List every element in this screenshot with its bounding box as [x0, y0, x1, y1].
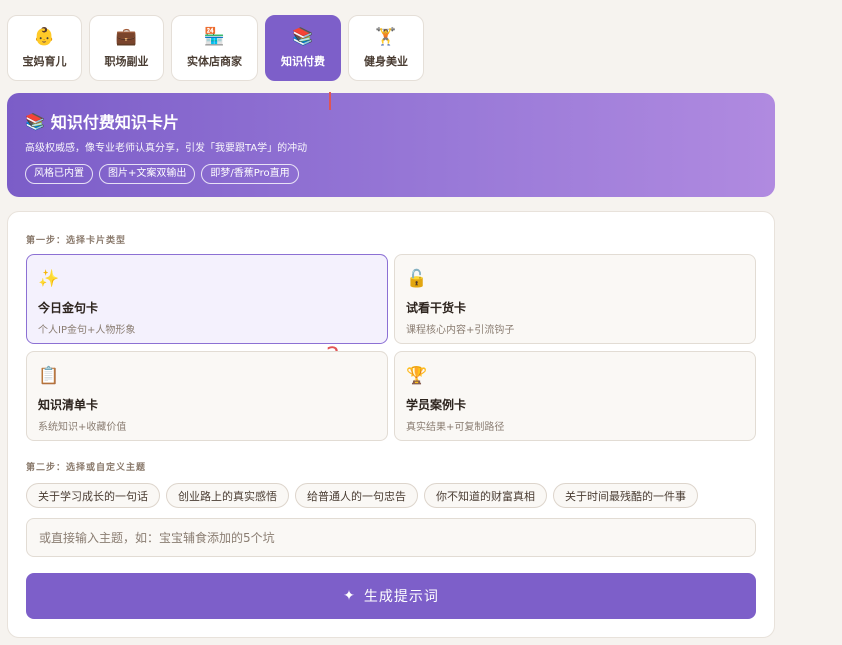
- feature-chip: 即梦/香蕉Pro直用: [201, 164, 299, 184]
- clipboard-icon: 📋: [38, 366, 60, 386]
- annotation-marker-1: [329, 92, 331, 110]
- hero-subtitle: 高级权威感，像专业老师认真分享，引发「我要跟TA学」的冲动: [25, 143, 308, 154]
- card-desc: 课程核心内容+引流钩子: [406, 325, 515, 336]
- tab-label: 宝妈育儿: [22, 55, 67, 68]
- books-icon: 📚: [25, 111, 45, 131]
- tab-workplace-side-job[interactable]: 💼 职场副业: [89, 15, 164, 81]
- unlock-icon: 🔓: [406, 269, 428, 289]
- briefcase-icon: 💼: [115, 27, 138, 47]
- topic-chips: 关于学习成长的一句话 创业路上的真实感悟 给普通人的一句忠告 你不知道的财富真相…: [26, 483, 698, 508]
- trophy-icon: 🏆: [406, 366, 428, 386]
- card-daily-quote[interactable]: ✨ 今日金句卡 个人IP金句+人物形象 2: [26, 254, 388, 369]
- sparkle-icon: ✦: [343, 588, 356, 604]
- card-title: 试看干货卡: [406, 301, 467, 315]
- card-title: 今日金句卡: [38, 301, 99, 315]
- card-student-case[interactable]: 🏆 学员案例卡 真实结果+可复制路径: [394, 351, 756, 441]
- topic-chip[interactable]: 给普通人的一句忠告: [295, 483, 418, 508]
- books-icon: 📚: [292, 27, 314, 47]
- card-trial-content[interactable]: 🔓 试看干货卡 课程核心内容+引流钩子: [394, 254, 756, 344]
- hero-feature-chips: 风格已内置 图片+文案双输出 即梦/香蕉Pro直用: [25, 164, 757, 184]
- tab-physical-store[interactable]: 🏪 实体店商家: [171, 15, 258, 81]
- store-icon: 🏪: [203, 27, 226, 47]
- tab-label: 职场副业: [104, 55, 149, 68]
- feature-chip: 图片+文案双输出: [99, 164, 196, 184]
- card-knowledge-list[interactable]: 📋 知识清单卡 系统知识+收藏价值: [26, 351, 388, 441]
- category-tabs: 👶 宝妈育儿 💼 职场副业 🏪 实体店商家 📚 知识付费 🏋 健身美业: [7, 15, 424, 81]
- card-desc: 真实结果+可复制路径: [406, 422, 505, 433]
- card-title: 学员案例卡: [406, 398, 467, 412]
- step2-title: 第二步：选择或自定义主题: [26, 463, 147, 473]
- topic-chip[interactable]: 创业路上的真实感悟: [166, 483, 289, 508]
- tab-label: 健身美业: [364, 55, 408, 68]
- weightlifter-icon: 🏋: [375, 27, 397, 47]
- main-panel: 第一步：选择卡片类型 ✨ 今日金句卡 个人IP金句+人物形象 2 🔓 试看干货卡…: [7, 211, 775, 638]
- baby-icon: 👶: [33, 27, 56, 47]
- topic-chip[interactable]: 关于学习成长的一句话: [26, 483, 160, 508]
- feature-chip: 风格已内置: [25, 164, 93, 184]
- tab-label: 实体店商家: [187, 55, 242, 68]
- hero-title: 📚 知识付费知识卡片: [25, 109, 757, 133]
- tab-baby-parenting[interactable]: 👶 宝妈育儿: [7, 15, 82, 81]
- tab-fitness-beauty[interactable]: 🏋 健身美业: [348, 15, 424, 81]
- card-desc: 个人IP金句+人物形象: [38, 325, 136, 336]
- card-desc: 系统知识+收藏价值: [38, 422, 127, 433]
- card-title: 知识清单卡: [38, 398, 99, 412]
- step1-title: 第一步：选择卡片类型: [26, 236, 127, 246]
- generate-label: 生成提示词: [363, 589, 439, 605]
- custom-theme-input[interactable]: [26, 518, 756, 557]
- tab-label: 知识付费: [281, 55, 325, 68]
- hero-title-text: 知识付费知识卡片: [50, 113, 179, 132]
- generate-prompt-button[interactable]: ✦ 生成提示词: [26, 573, 756, 619]
- topic-chip[interactable]: 关于时间最残酷的一件事: [553, 483, 698, 508]
- topic-chip[interactable]: 你不知道的财富真相: [424, 483, 547, 508]
- tab-knowledge-paid[interactable]: 📚 知识付费: [265, 15, 341, 81]
- sparkles-icon: ✨: [38, 269, 60, 289]
- hero-banner: 📚 知识付费知识卡片 高级权威感，像专业老师认真分享，引发「我要跟TA学」的冲动…: [7, 93, 775, 197]
